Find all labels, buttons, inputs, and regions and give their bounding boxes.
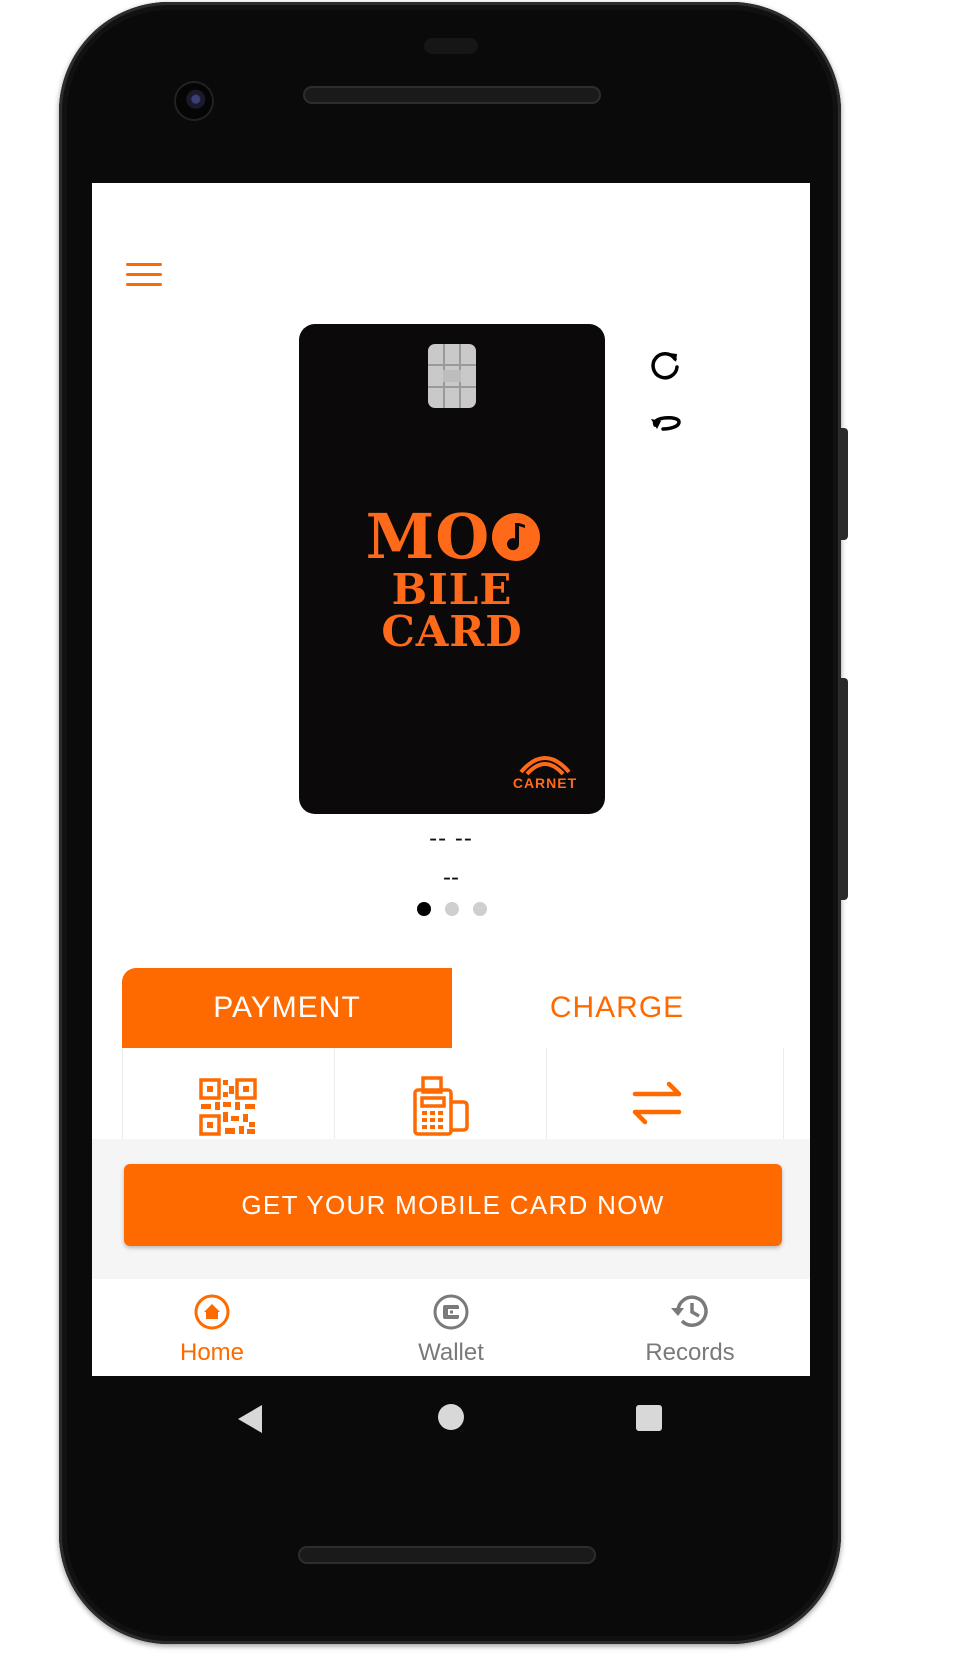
nav-item-wallet[interactable]: Wallet xyxy=(351,1285,551,1375)
card-holder-name: -- -- xyxy=(429,825,473,852)
carousel-dot-2[interactable] xyxy=(445,902,459,916)
tab-payment[interactable]: PAYMENT xyxy=(122,968,452,1048)
nav-label-home: Home xyxy=(179,1339,245,1366)
card-number: -- xyxy=(443,864,459,891)
volume-button xyxy=(839,678,848,900)
flip-card-icon[interactable] xyxy=(645,405,685,439)
front-camera xyxy=(176,83,212,119)
music-note-icon xyxy=(492,513,540,561)
carousel-dot-3[interactable] xyxy=(473,902,487,916)
app-screen: MO BILE CARD CARNET -- -- -- PAYMENT CHA… xyxy=(92,183,810,1376)
transfer-arrows-icon xyxy=(632,1081,682,1125)
home-circle-icon[interactable] xyxy=(438,1404,464,1430)
earpiece xyxy=(424,38,478,54)
mobile-card[interactable]: MO BILE CARD CARNET xyxy=(299,324,605,814)
card-logo-line-3: CARD xyxy=(381,607,523,656)
carousel-dots xyxy=(417,902,497,918)
carnet-logo-icon xyxy=(519,756,571,776)
nav-label-wallet: Wallet xyxy=(418,1339,484,1366)
history-icon xyxy=(671,1295,708,1327)
hamburger-menu-icon[interactable] xyxy=(126,261,162,289)
carousel-dot-1[interactable] xyxy=(417,902,431,916)
get-mobile-card-button[interactable]: GET YOUR MOBILE CARD NOW xyxy=(124,1164,782,1246)
wallet-icon xyxy=(433,1294,469,1330)
qr-code-icon xyxy=(199,1078,257,1136)
tab-charge[interactable]: CHARGE xyxy=(452,968,782,1048)
pos-terminal-icon xyxy=(413,1076,469,1136)
power-button xyxy=(839,428,848,540)
card-logo-line-2: BILE xyxy=(391,565,513,614)
card-chip-icon xyxy=(428,344,476,408)
home-icon xyxy=(194,1294,230,1330)
nav-label-records: Records xyxy=(645,1339,735,1366)
card-brand-label: CARNET xyxy=(512,775,578,791)
recents-icon[interactable] xyxy=(636,1405,662,1431)
bottom-speaker-grille xyxy=(298,1546,596,1564)
card-logo-line-1: MO xyxy=(365,500,491,573)
refresh-icon[interactable] xyxy=(645,345,685,385)
back-icon[interactable] xyxy=(236,1403,264,1435)
top-speaker-grille xyxy=(303,86,601,104)
nav-item-records[interactable]: Records xyxy=(590,1285,790,1375)
nav-item-home[interactable]: Home xyxy=(112,1285,312,1375)
